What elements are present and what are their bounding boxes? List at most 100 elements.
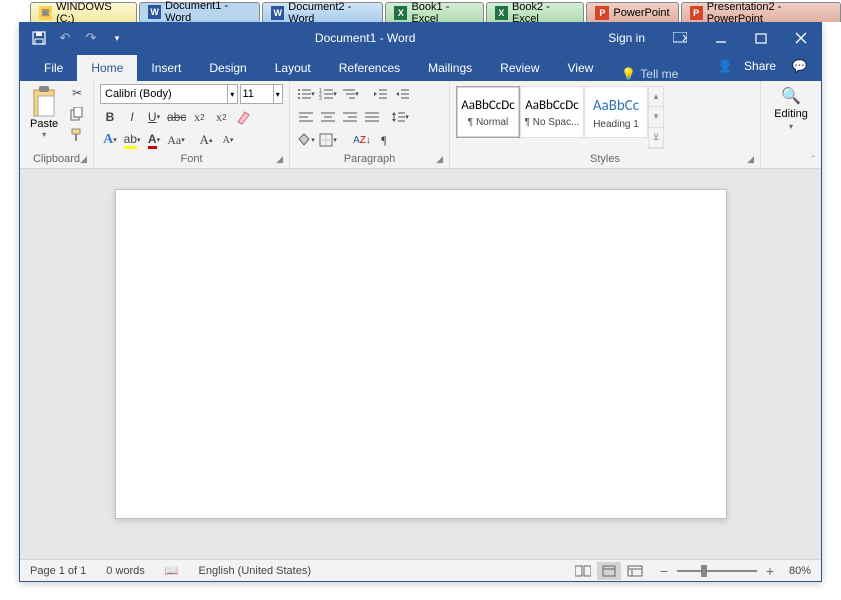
maximize-button[interactable] (741, 23, 781, 53)
sort-button[interactable]: AZ↓ (352, 130, 372, 150)
tab-file[interactable]: File (30, 55, 77, 81)
window-tab-ppt-2[interactable]: PPresentation2 - PowerPoint (681, 2, 841, 22)
group-paragraph: ▾ 123▾ ▾ ▾ ▾ ▾ (290, 81, 450, 168)
borders-button[interactable]: ▾ (318, 130, 338, 150)
clipboard-dialog-launcher[interactable]: ◢ (80, 154, 87, 165)
window-tab-folder[interactable]: ▣WINDOWS (C:) (30, 2, 137, 22)
styles-dialog-launcher[interactable]: ◢ (747, 154, 754, 165)
font-color-button[interactable]: A▾ (144, 130, 164, 150)
numbering-button[interactable]: 123▾ (318, 84, 338, 104)
font-name-dropdown[interactable]: ▾ (228, 84, 238, 104)
zoom-in-button[interactable]: + (763, 563, 777, 579)
tab-design[interactable]: Design (195, 55, 260, 81)
window-tab-word-2[interactable]: WDocument2 - Word (262, 2, 383, 22)
cut-button[interactable]: ✂ (68, 84, 86, 102)
web-layout-button[interactable] (623, 562, 647, 580)
editing-button[interactable]: 🔍 Editing ▾ (766, 84, 816, 151)
align-justify-button[interactable] (362, 107, 382, 127)
word-count-status[interactable]: 0 words (106, 565, 145, 577)
share-button[interactable]: 👤 Share (718, 51, 776, 81)
align-center-button[interactable] (318, 107, 338, 127)
word-icon: W (148, 5, 161, 19)
bold-button[interactable]: B (100, 107, 120, 127)
font-dialog-launcher[interactable]: ◢ (276, 154, 283, 165)
change-case-button[interactable]: Aa▾ (166, 130, 186, 150)
document-page[interactable] (115, 189, 727, 519)
font-size-input[interactable] (240, 84, 274, 104)
strikethrough-button[interactable]: abc (166, 107, 187, 127)
redo-button[interactable]: ↷ (82, 29, 100, 47)
page-number-status[interactable]: Page 1 of 1 (30, 565, 86, 577)
tab-view[interactable]: View (554, 55, 608, 81)
read-mode-button[interactable] (571, 562, 595, 580)
zoom-slider-thumb[interactable] (701, 565, 707, 577)
paragraph-dialog-launcher[interactable]: ◢ (436, 154, 443, 165)
window-tab-excel-1[interactable]: XBook1 - Excel (385, 2, 483, 22)
superscript-button[interactable]: x2 (211, 107, 231, 127)
styles-scroll-down[interactable]: ▾ (649, 107, 663, 127)
tell-me-search[interactable]: 💡Tell me (607, 67, 692, 81)
sign-in-button[interactable]: Sign in (594, 23, 659, 53)
ribbon: Paste ▾ ✂ Clipboard◢ ▾ ▾ (20, 81, 821, 169)
increase-indent-button[interactable] (392, 84, 412, 104)
window-tab-excel-2[interactable]: XBook2 - Excel (486, 2, 584, 22)
collapse-ribbon-button[interactable]: ˆ (812, 155, 815, 166)
copy-button[interactable] (68, 105, 86, 123)
paste-icon (31, 86, 57, 118)
ribbon-display-options-button[interactable] (659, 23, 701, 53)
powerpoint-icon: P (595, 6, 609, 20)
tab-layout[interactable]: Layout (261, 55, 325, 81)
shrink-font-button[interactable]: A▾ (218, 130, 238, 150)
qat-customize-button[interactable]: ▾ (108, 29, 126, 47)
show-paragraph-marks-button[interactable]: ¶ (374, 130, 394, 150)
line-spacing-button[interactable]: ▾ (390, 107, 410, 127)
excel-icon: X (495, 6, 508, 20)
bullets-button[interactable]: ▾ (296, 84, 316, 104)
tab-insert[interactable]: Insert (137, 55, 195, 81)
document-area[interactable] (20, 169, 821, 559)
minimize-button[interactable] (701, 23, 741, 53)
tab-references[interactable]: References (325, 55, 414, 81)
print-layout-button[interactable] (597, 562, 621, 580)
font-size-dropdown[interactable]: ▾ (274, 84, 284, 104)
underline-button[interactable]: U▾ (144, 107, 164, 127)
chevron-down-icon: ▾ (789, 122, 793, 131)
zoom-slider: − + (657, 563, 777, 579)
highlight-button[interactable]: ab▾ (122, 130, 142, 150)
align-left-button[interactable] (296, 107, 316, 127)
language-status[interactable]: English (United States) (199, 565, 312, 577)
close-button[interactable] (781, 23, 821, 53)
clear-formatting-button[interactable] (233, 107, 253, 127)
format-painter-button[interactable] (68, 126, 86, 144)
save-button[interactable] (30, 29, 48, 47)
window-tab-ppt-1[interactable]: PPowerPoint (586, 2, 678, 22)
italic-button[interactable]: I (122, 107, 142, 127)
zoom-out-button[interactable]: − (657, 563, 671, 579)
styles-gallery-nav: ▴ ▾ ⊻ (648, 86, 664, 149)
undo-button[interactable]: ↶ (56, 29, 74, 47)
shading-button[interactable]: ▾ (296, 130, 316, 150)
window-tab-word-1[interactable]: WDocument1 - Word (139, 2, 260, 22)
tab-home[interactable]: Home (77, 55, 137, 81)
paste-button[interactable]: Paste ▾ (26, 84, 62, 151)
text-effects-button[interactable]: A▾ (100, 130, 120, 150)
font-name-input[interactable] (100, 84, 228, 104)
align-right-button[interactable] (340, 107, 360, 127)
zoom-level[interactable]: 80% (789, 565, 811, 577)
styles-scroll-up[interactable]: ▴ (649, 87, 663, 107)
decrease-indent-button[interactable] (370, 84, 390, 104)
tab-mailings[interactable]: Mailings (414, 55, 486, 81)
subscript-button[interactable]: x2 (189, 107, 209, 127)
style-heading-1[interactable]: AaBbCcHeading 1 (584, 86, 648, 138)
comments-icon[interactable]: 💬 (792, 59, 807, 73)
style-normal[interactable]: AaBbCcDc¶ Normal (456, 86, 520, 138)
style-no-spacing[interactable]: AaBbCcDc¶ No Spac... (520, 86, 584, 138)
zoom-slider-track[interactable] (677, 570, 757, 572)
grow-font-button[interactable]: A▴ (196, 130, 216, 150)
tab-review[interactable]: Review (486, 55, 553, 81)
ribbon-tabs: File Home Insert Design Layout Reference… (20, 53, 821, 81)
multilevel-list-button[interactable]: ▾ (340, 84, 360, 104)
spell-check-icon[interactable]: 📖 (165, 564, 179, 577)
excel-icon: X (394, 6, 407, 20)
styles-expand[interactable]: ⊻ (649, 128, 663, 148)
